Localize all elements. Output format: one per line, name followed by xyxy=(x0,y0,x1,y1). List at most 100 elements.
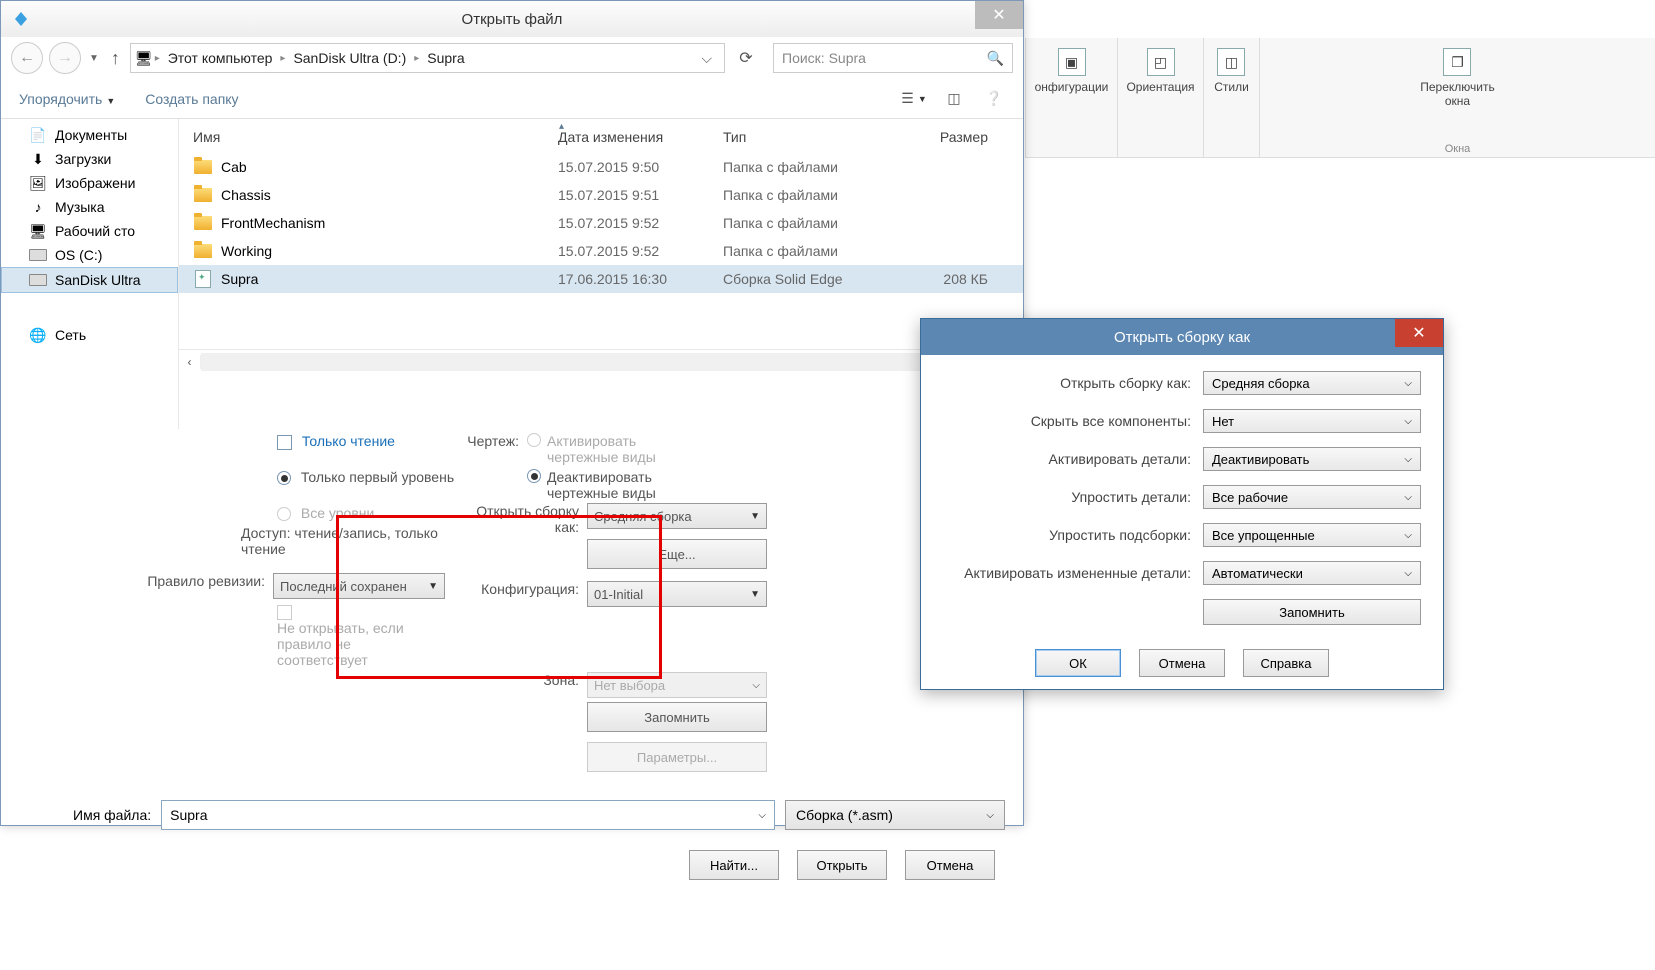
sidebar-item-downloads[interactable]: ⬇Загрузки xyxy=(1,147,178,171)
dialog-titlebar: Открыть файл ✕ xyxy=(1,1,1023,37)
collapse-arrow-icon[interactable]: ‹ xyxy=(179,355,201,369)
ribbon-config-button[interactable]: ▣ онфигурации xyxy=(1029,44,1115,98)
preview-pane-button[interactable]: ◫ xyxy=(943,89,965,109)
sort-indicator-icon: ▴ xyxy=(479,121,564,132)
d2-remember-button[interactable]: Запомнить xyxy=(1203,599,1421,625)
all-levels-radio[interactable] xyxy=(277,507,291,521)
readonly-checkbox[interactable] xyxy=(277,435,292,450)
more-button[interactable]: Еще... xyxy=(587,539,767,569)
d2-activate-changed-select[interactable]: Автоматически⌵ xyxy=(1203,561,1421,585)
pc-icon: 🖥 xyxy=(135,50,153,67)
breadcrumb-item[interactable]: SanDisk Ultra (D:) xyxy=(287,50,412,66)
d2-open-asm-select[interactable]: Средняя сборка⌵ xyxy=(1203,371,1421,395)
up-button[interactable]: ↑ xyxy=(107,48,124,69)
search-input[interactable]: Поиск: Supra 🔍 xyxy=(773,43,1013,73)
file-row[interactable]: Working15.07.2015 9:52Папка с файлами xyxy=(179,237,1023,265)
activate-views-radio[interactable] xyxy=(527,433,541,447)
sidebar-item-music[interactable]: ♪Музыка xyxy=(1,195,178,219)
back-button[interactable]: ← xyxy=(11,42,43,74)
cancel-button[interactable]: Отмена xyxy=(1139,649,1225,677)
chevron-down-icon: ⌵ xyxy=(1404,492,1412,503)
view-mode-button[interactable]: ☰▼ xyxy=(903,89,925,109)
first-level-radio[interactable] xyxy=(277,471,291,485)
help-button[interactable]: ❔ xyxy=(983,89,1005,109)
dialog-body: 📄Документы ⬇Загрузки 🖼Изображени ♪Музыка… xyxy=(1,119,1023,429)
ribbon-switch-windows-button[interactable]: ❐ Переключить окна xyxy=(1414,44,1500,112)
deactivate-views-radio[interactable] xyxy=(527,469,541,483)
sidebar-item-documents[interactable]: 📄Документы xyxy=(1,123,178,147)
refresh-button[interactable]: ⟳ xyxy=(731,48,761,68)
find-button[interactable]: Найти... xyxy=(689,850,779,880)
toolbar: Упорядочить▼ Создать папку ☰▼ ◫ ❔ xyxy=(1,79,1023,119)
d2-activate-changed-label: Активировать измененные детали: xyxy=(943,565,1203,581)
chevron-down-icon: ▼ xyxy=(750,511,760,522)
rev-rule-select[interactable]: Последний сохранен▼ xyxy=(273,573,445,599)
deactivate-views-label: Деактивировать чертежные виды xyxy=(547,469,697,501)
col-date[interactable]: Дата изменения xyxy=(558,129,723,145)
access-label: Доступ: чтение/запись, только чтение xyxy=(241,525,441,557)
chevron-down-icon: ⌵ xyxy=(1404,454,1412,465)
open-asm-select[interactable]: Средняя сборка▼ xyxy=(587,503,767,529)
sidebar-item-network[interactable]: 🌐Сеть xyxy=(1,323,178,347)
ok-button[interactable]: ОК xyxy=(1035,649,1121,677)
forward-button[interactable]: → xyxy=(49,42,81,74)
sidebar-item-desktop[interactable]: 🖥Рабочий сто xyxy=(1,219,178,243)
close-button[interactable]: ✕ xyxy=(1395,319,1443,347)
dialog2-body: Открыть сборку как:Средняя сборка⌵ Скрыт… xyxy=(921,355,1443,689)
organize-button[interactable]: Упорядочить▼ xyxy=(19,91,115,107)
all-levels-label: Все уровни xyxy=(301,505,374,521)
file-row[interactable]: Cab15.07.2015 9:50Папка с файлами xyxy=(179,153,1023,181)
folder-icon xyxy=(193,157,213,177)
config-label: Конфигурация: xyxy=(461,581,587,597)
breadcrumb-item[interactable]: Supra xyxy=(421,50,470,66)
ribbon-orientation-label: Ориентация xyxy=(1126,80,1194,94)
file-row[interactable]: Supra17.06.2015 16:30Сборка Solid Edge20… xyxy=(179,265,1023,293)
d2-activate-select[interactable]: Деактивировать⌵ xyxy=(1203,447,1421,471)
sidebar-item-pictures[interactable]: 🖼Изображени xyxy=(1,171,178,195)
drive-icon xyxy=(29,246,47,264)
remember-button[interactable]: Запомнить xyxy=(587,702,767,732)
app-icon xyxy=(7,5,35,33)
no-open-checkbox[interactable] xyxy=(277,605,292,620)
desktop-icon: 🖥 xyxy=(29,222,47,240)
first-level-label: Только первый уровень xyxy=(301,469,454,485)
params-button[interactable]: Параметры... xyxy=(587,742,767,772)
d2-simplify-parts-select[interactable]: Все рабочие⌵ xyxy=(1203,485,1421,509)
open-asm-label: Открыть сборку как: xyxy=(461,503,587,535)
nav-bar: ← → ▼ ↑ 🖥 ▸ Этот компьютер ▸ SanDisk Ult… xyxy=(1,37,1023,79)
new-folder-button[interactable]: Создать папку xyxy=(145,91,238,107)
folder-icon xyxy=(193,213,213,233)
search-icon: 🔍 xyxy=(987,50,1004,67)
dialog2-titlebar: Открыть сборку как ✕ xyxy=(921,319,1443,355)
dialog2-title: Открыть сборку как xyxy=(1114,329,1250,346)
horizontal-scrollbar[interactable] xyxy=(201,353,1023,371)
pictures-icon: 🖼 xyxy=(29,174,47,192)
file-row[interactable]: FrontMechanism15.07.2015 9:52Папка с фай… xyxy=(179,209,1023,237)
breadcrumb[interactable]: 🖥 ▸ Этот компьютер ▸ SanDisk Ultra (D:) … xyxy=(130,43,725,73)
breadcrumb-item[interactable]: Этот компьютер xyxy=(162,50,279,66)
col-size[interactable]: Размер xyxy=(888,129,988,145)
sidebar-item-drive-c[interactable]: OS (C:) xyxy=(1,243,178,267)
filename-input[interactable]: Supra⌵ xyxy=(161,800,775,830)
d2-simplify-sub-select[interactable]: Все упрощенные⌵ xyxy=(1203,523,1421,547)
file-row[interactable]: Chassis15.07.2015 9:51Папка с файлами xyxy=(179,181,1023,209)
filename-label: Имя файла: xyxy=(19,807,151,823)
d2-hide-select[interactable]: Нет⌵ xyxy=(1203,409,1421,433)
chevron-down-icon: ▼ xyxy=(106,96,115,106)
open-button[interactable]: Открыть xyxy=(797,850,887,880)
breadcrumb-dropdown[interactable]: ⌵ xyxy=(693,50,720,67)
rev-rule-label: Правило ревизии: xyxy=(131,573,273,599)
open-file-dialog: Открыть файл ✕ ← → ▼ ↑ 🖥 ▸ Этот компьюте… xyxy=(0,0,1024,826)
zone-select[interactable]: Нет выбора⌵ xyxy=(587,672,767,698)
config-select[interactable]: 01-Initial▼ xyxy=(587,581,767,607)
cancel-button[interactable]: Отмена xyxy=(905,850,995,880)
col-type[interactable]: Тип xyxy=(723,129,888,145)
history-dropdown[interactable]: ▼ xyxy=(87,53,101,64)
ribbon-styles-button[interactable]: ◫ Стили xyxy=(1208,44,1255,98)
close-button[interactable]: ✕ xyxy=(975,1,1023,29)
sidebar-item-drive-d[interactable]: SanDisk Ultra xyxy=(1,267,178,293)
orientation-icon: ◰ xyxy=(1147,48,1175,76)
help-button[interactable]: Справка xyxy=(1243,649,1329,677)
file-filter-select[interactable]: Сборка (*.asm)⌵ xyxy=(785,800,1005,830)
ribbon-orientation-button[interactable]: ◰ Ориентация xyxy=(1120,44,1200,98)
